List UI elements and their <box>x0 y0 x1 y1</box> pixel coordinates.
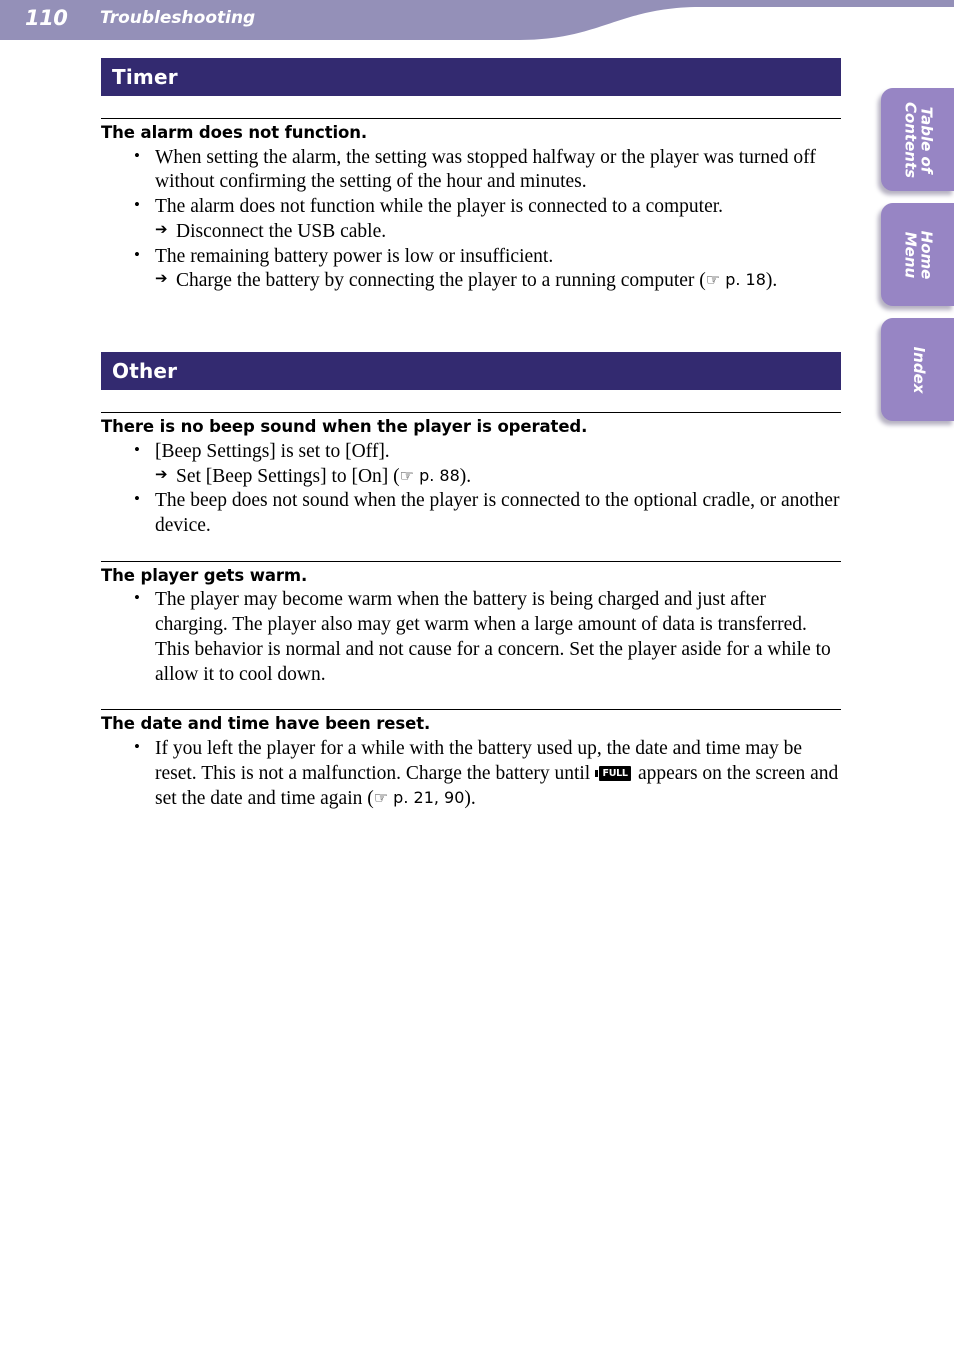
bullet-list: [Beep Settings] is set to [Off]. Set [Be… <box>101 439 841 539</box>
list-item: The beep does not sound when the player … <box>101 488 841 539</box>
list-item: When setting the alarm, the setting was … <box>101 145 841 196</box>
section-title-other: Other <box>101 352 841 391</box>
tab-label-line1: Home <box>917 230 936 279</box>
list-item-text: The player may become warm when the batt… <box>155 589 831 685</box>
divider <box>101 560 841 562</box>
sidebar-item-label: Index <box>909 346 928 393</box>
bullet-list: The player may become warm when the batt… <box>101 587 841 687</box>
action-text-pre: Charge the battery by connecting the pla… <box>176 270 706 292</box>
list-item-action: Disconnect the USB cable. <box>155 220 841 245</box>
sidebar-item-index[interactable]: Index <box>881 318 954 421</box>
qa-heading: There is no beep sound when the player i… <box>101 417 588 437</box>
list-item-text: When setting the alarm, the setting was … <box>155 146 816 193</box>
tab-label-line2: Contents <box>902 101 920 178</box>
qa-block: The alarm does not function. When settin… <box>101 118 841 294</box>
battery-icon-label: FULL <box>602 767 628 779</box>
list-item: [Beep Settings] is set to [Off]. Set [Be… <box>101 439 841 490</box>
list-item-action: Set [Beep Settings] to [On] (☞ p. 88). <box>155 465 841 490</box>
sidebar-item-table-of-contents[interactable]: Table of Contents <box>881 88 954 191</box>
list-item: If you left the player for a while with … <box>101 736 841 811</box>
sidebar-item-home-menu[interactable]: Home Menu <box>881 203 954 306</box>
side-tab-rail: Table of Contents Home Menu Index <box>879 0 954 421</box>
action-text-post: ). <box>765 270 778 292</box>
page-reference[interactable]: ☞ p. 18 <box>706 270 766 289</box>
tab-label-line1: Index <box>909 346 928 393</box>
tab-label-line2: Menu <box>902 231 920 278</box>
qa-block: The player gets warm. The player may bec… <box>101 560 841 688</box>
page-reference[interactable]: ☞ p. 88 <box>400 466 460 485</box>
list-item-text: The alarm does not function while the pl… <box>155 196 724 218</box>
list-item-text: The remaining battery power is low or in… <box>155 245 554 267</box>
page-number: 110 <box>25 6 68 30</box>
list-item-text-part3: ). <box>464 787 476 809</box>
qa-heading: The date and time have been reset. <box>101 714 431 734</box>
list-item: The remaining battery power is low or in… <box>101 244 841 295</box>
sidebar-item-label: Home Menu <box>902 230 936 279</box>
bullet-list: When setting the alarm, the setting was … <box>101 145 841 295</box>
tab-label-line1: Table of <box>917 106 936 173</box>
list-item-action: Charge the battery by connecting the pla… <box>155 269 841 294</box>
battery-full-icon: FULL <box>595 765 632 781</box>
list-item-text: The beep does not sound when the player … <box>155 490 840 536</box>
action-text-pre: Set [Beep Settings] to [On] ( <box>176 465 400 487</box>
qa-heading: The alarm does not function. <box>101 123 368 142</box>
divider <box>101 709 841 711</box>
page-content: Timer The alarm does not function. When … <box>101 0 841 811</box>
divider <box>101 412 841 414</box>
qa-heading: The player gets warm. <box>101 565 308 585</box>
page-reference[interactable]: ☞ p. 21, 90 <box>374 788 465 807</box>
list-item-text: [Beep Settings] is set to [Off]. <box>155 440 390 462</box>
list-item: The player may become warm when the batt… <box>101 587 841 687</box>
sidebar-item-label: Table of Contents <box>902 101 936 178</box>
list-item: The alarm does not function while the pl… <box>101 194 841 245</box>
divider <box>101 118 841 119</box>
action-text-post: ). <box>459 465 472 487</box>
qa-block: The date and time have been reset. If yo… <box>101 709 841 811</box>
section-title-timer: Timer <box>101 58 841 96</box>
qa-block: There is no beep sound when the player i… <box>101 412 841 539</box>
bullet-list: If you left the player for a while with … <box>101 736 841 811</box>
